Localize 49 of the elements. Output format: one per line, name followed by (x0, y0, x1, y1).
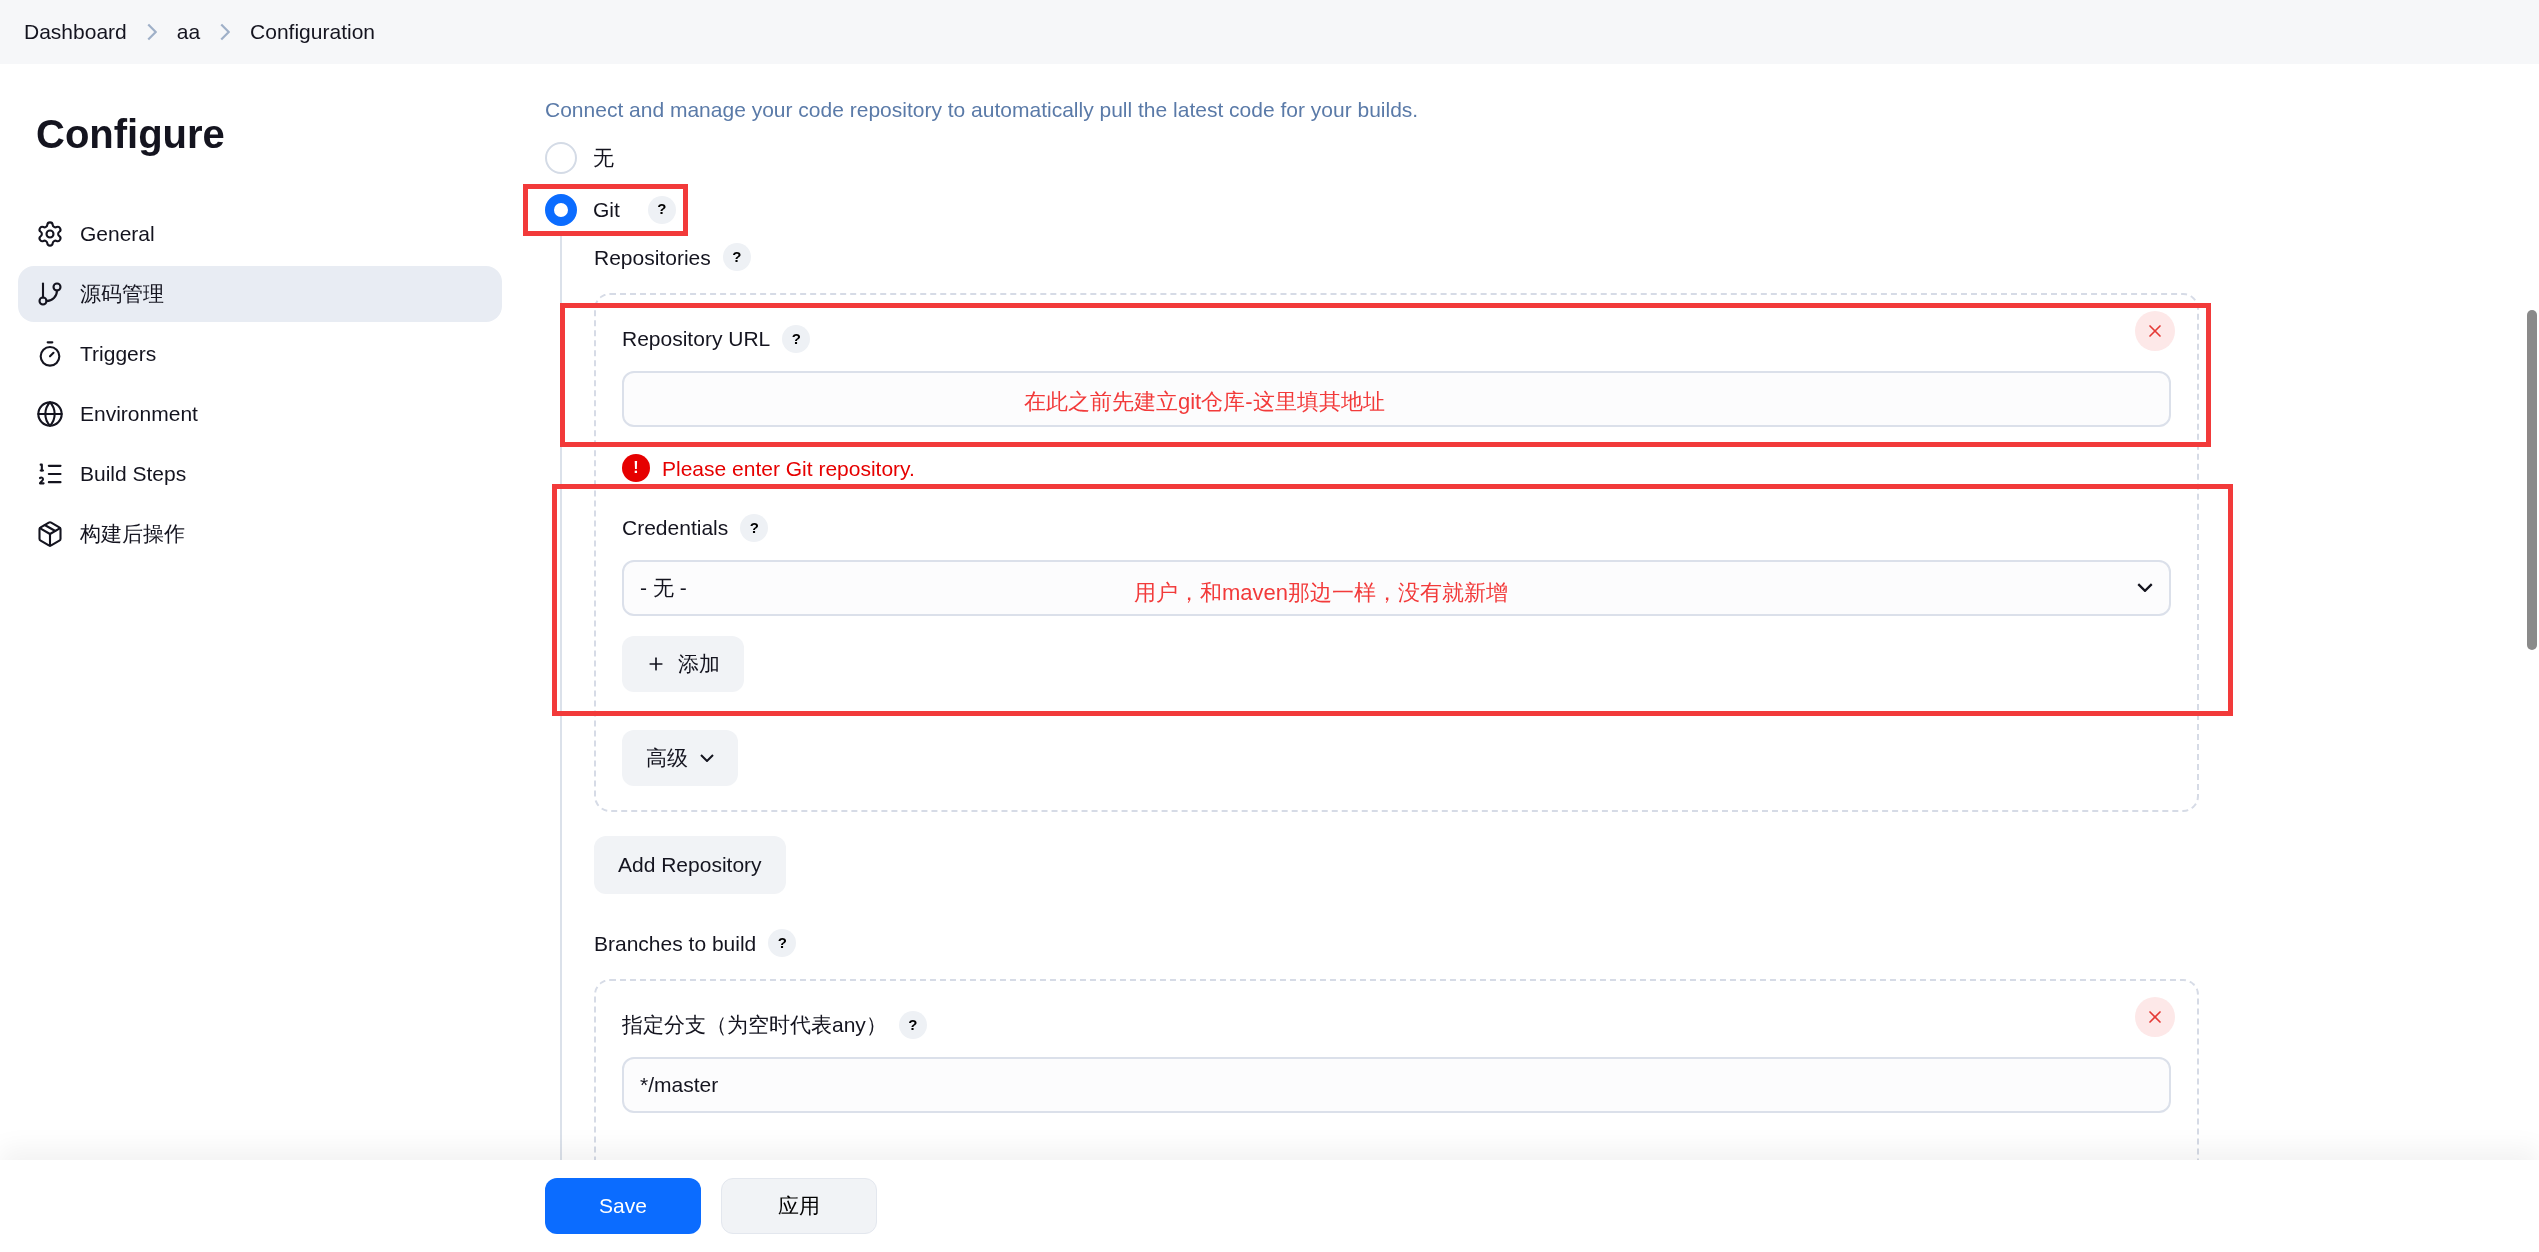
apply-button[interactable]: 应用 (721, 1178, 877, 1234)
breadcrumb-link[interactable]: Configuration (250, 16, 375, 48)
sidebar-item[interactable]: Environment (18, 386, 502, 442)
branch-icon (36, 280, 64, 308)
save-button[interactable]: Save (545, 1178, 701, 1234)
add-button[interactable]: 添加 (622, 635, 744, 692)
credentials-select[interactable]: - 无 - 用户，和maven那边一样，没有就新增 (622, 559, 2171, 616)
chevron-icon (146, 23, 157, 41)
field-label: Repository URL (622, 326, 771, 352)
chevron-icon (2137, 583, 2153, 592)
breadcrumb-link[interactable]: Dashboard (24, 16, 127, 48)
field-label: Credentials (622, 515, 729, 541)
help-button[interactable]: ? (782, 324, 811, 353)
section-description: Connect and manage your code repository to automatically pull the latest code for your builds. (545, 97, 1420, 123)
url-field[interactable]: 在此之前先建立git仓库-这里填其地址 (622, 370, 2171, 427)
branch-field[interactable]: */master (622, 1056, 2171, 1113)
advanced-button[interactable]: 高级 (622, 729, 738, 786)
globe-icon (36, 400, 64, 428)
radio-label: 无 (593, 144, 614, 171)
add-repository-button[interactable]: Add Repository (594, 835, 786, 894)
scrollbar[interactable] (2527, 310, 2537, 650)
package-icon (36, 520, 64, 548)
close-button[interactable] (2135, 311, 2175, 351)
page-title: Configure (35, 111, 226, 158)
help-button[interactable]: ? (768, 929, 797, 958)
chevron-icon (220, 23, 231, 41)
error-message: Please enter Git repository. (662, 455, 915, 482)
help-button[interactable]: ? (722, 243, 751, 272)
breadcrumb-link[interactable]: aa (176, 16, 201, 48)
error-icon: ! (622, 454, 650, 483)
close-button[interactable] (2135, 997, 2175, 1037)
select-value: - 无 - (640, 574, 687, 601)
sidebar-item[interactable]: Triggers (18, 326, 502, 382)
sidebar-item[interactable]: General (18, 206, 502, 262)
field-label: 指定分支（为空时代表any） (622, 1012, 887, 1038)
sidebar-item[interactable]: Build Steps (18, 446, 502, 502)
annotation-note: 在此之前先建立git仓库-这里填其地址 (1024, 387, 1385, 416)
annotation-note: 用户，和maven那边一样，没有就新增 (1134, 578, 1509, 607)
settings-icon (36, 220, 64, 248)
sidebar-item[interactable]: 构建后操作 (18, 506, 502, 562)
chevron-icon (700, 753, 714, 762)
sidebar-item[interactable]: 源码管理 (18, 266, 502, 322)
radio-label: Git (593, 196, 620, 223)
field-label: Repositories (594, 244, 711, 271)
help-button[interactable]: ? (740, 513, 769, 542)
radio-button[interactable] (545, 193, 577, 226)
field-label: Branches to build (594, 930, 757, 957)
help-button[interactable]: ? (898, 1010, 927, 1039)
help-button[interactable]: ? (647, 195, 676, 224)
